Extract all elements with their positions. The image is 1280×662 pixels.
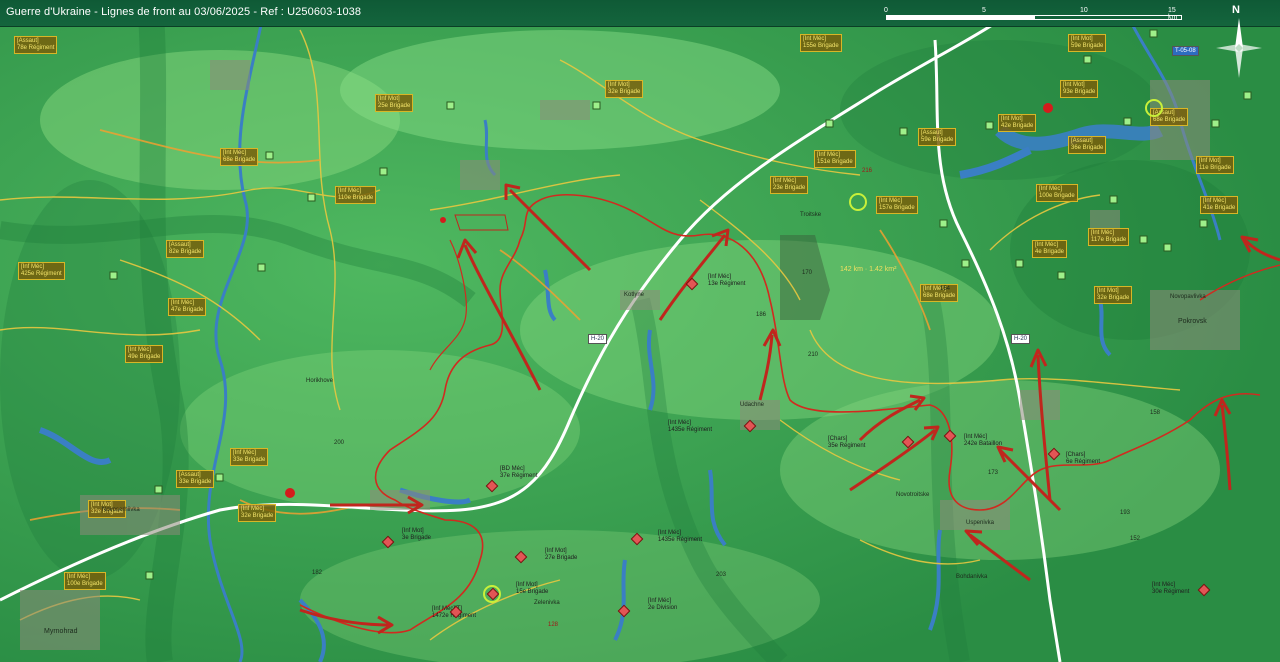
ukr-unit-marker-icon bbox=[215, 473, 224, 482]
rus-unit-diamond-icon bbox=[1047, 447, 1061, 461]
rus-unit-diamond-icon bbox=[485, 479, 499, 493]
elevation-label: 200 bbox=[334, 440, 345, 446]
rus-unit-diamond-icon bbox=[743, 419, 757, 433]
ukr-unit-marker-icon bbox=[446, 101, 455, 110]
ukr-unit-marker-icon bbox=[1199, 219, 1208, 228]
ukr-unit-marker-icon bbox=[1015, 259, 1024, 268]
elevation-label: 170 bbox=[802, 270, 813, 276]
ukr-unit-marker-icon bbox=[1057, 271, 1066, 280]
elevation-label: 203 bbox=[716, 572, 727, 578]
place-label: Myrnohrad bbox=[44, 628, 78, 635]
ukr-unit-marker-icon bbox=[307, 193, 316, 202]
ukr-unit-marker-icon bbox=[265, 151, 274, 160]
unit-marker-layer bbox=[109, 29, 1252, 619]
map-view[interactable]: Guerre d'Ukraine - Lignes de front au 03… bbox=[0, 0, 1280, 662]
elevation-label: 210 bbox=[808, 352, 819, 358]
ukr-unit-marker-icon bbox=[899, 127, 908, 136]
rus-unit-diamond-icon bbox=[630, 532, 644, 546]
elevation-label: 158 bbox=[1150, 410, 1161, 416]
place-label: Zelenivka bbox=[534, 600, 560, 606]
ukr-unit-marker-icon bbox=[592, 101, 601, 110]
ukr-unit-marker-icon bbox=[1139, 235, 1148, 244]
place-label: Kotlyne bbox=[624, 292, 645, 298]
place-label: Novotroitske bbox=[896, 492, 930, 498]
elevation-label: 173 bbox=[988, 470, 999, 476]
elevation-label: 152 bbox=[1130, 536, 1141, 542]
place-label: Novoserhiivka bbox=[102, 507, 140, 513]
ukr-unit-marker-icon bbox=[109, 271, 118, 280]
rus-unit-diamond-icon bbox=[486, 587, 500, 601]
place-label: Uspenivka bbox=[966, 520, 995, 526]
ukr-unit-marker-icon bbox=[1083, 55, 1092, 64]
rus-unit-diamond-icon bbox=[449, 605, 463, 619]
ukr-unit-marker-icon bbox=[1109, 195, 1118, 204]
ukr-unit-marker-icon bbox=[1163, 243, 1172, 252]
elevation-label: 193 bbox=[1120, 510, 1131, 516]
place-label: Pokrovsk bbox=[1178, 318, 1207, 325]
place-label: Troitske bbox=[800, 212, 822, 218]
ukr-unit-marker-icon bbox=[1149, 29, 1158, 38]
elevation-label: 154 bbox=[940, 286, 951, 292]
rus-unit-diamond-icon bbox=[943, 429, 957, 443]
ukr-unit-marker-icon bbox=[257, 263, 266, 272]
rus-unit-diamond-icon bbox=[514, 550, 528, 564]
place-label: Novopavlivka bbox=[1170, 294, 1206, 300]
ukr-unit-marker-icon bbox=[1123, 117, 1132, 126]
rus-unit-diamond-icon bbox=[901, 435, 915, 449]
elevation-label: 182 bbox=[312, 570, 323, 576]
ukr-unit-marker-icon bbox=[1211, 119, 1220, 128]
rus-unit-diamond-icon bbox=[617, 604, 631, 618]
place-label: Horikhove bbox=[306, 378, 334, 384]
highlight-ring-icon bbox=[849, 193, 867, 211]
ukr-unit-marker-icon bbox=[379, 167, 388, 176]
place-label: Bohdanivka bbox=[956, 574, 988, 580]
rus-unit-diamond-icon bbox=[1197, 583, 1211, 597]
elevation-label: 186 bbox=[756, 312, 767, 318]
ukr-unit-marker-icon bbox=[961, 259, 970, 268]
ukr-unit-marker-icon bbox=[1243, 91, 1252, 100]
ukr-unit-marker-icon bbox=[825, 119, 834, 128]
highlight-ring-icon bbox=[1145, 99, 1163, 117]
ukr-unit-marker-icon bbox=[939, 219, 948, 228]
ukr-unit-marker-icon bbox=[145, 571, 154, 580]
rus-unit-diamond-icon bbox=[381, 535, 395, 549]
rus-unit-diamond-icon bbox=[685, 277, 699, 291]
ukr-unit-marker-icon bbox=[154, 485, 163, 494]
ukr-unit-marker-icon bbox=[985, 121, 994, 130]
place-label: Udachne bbox=[740, 402, 765, 408]
